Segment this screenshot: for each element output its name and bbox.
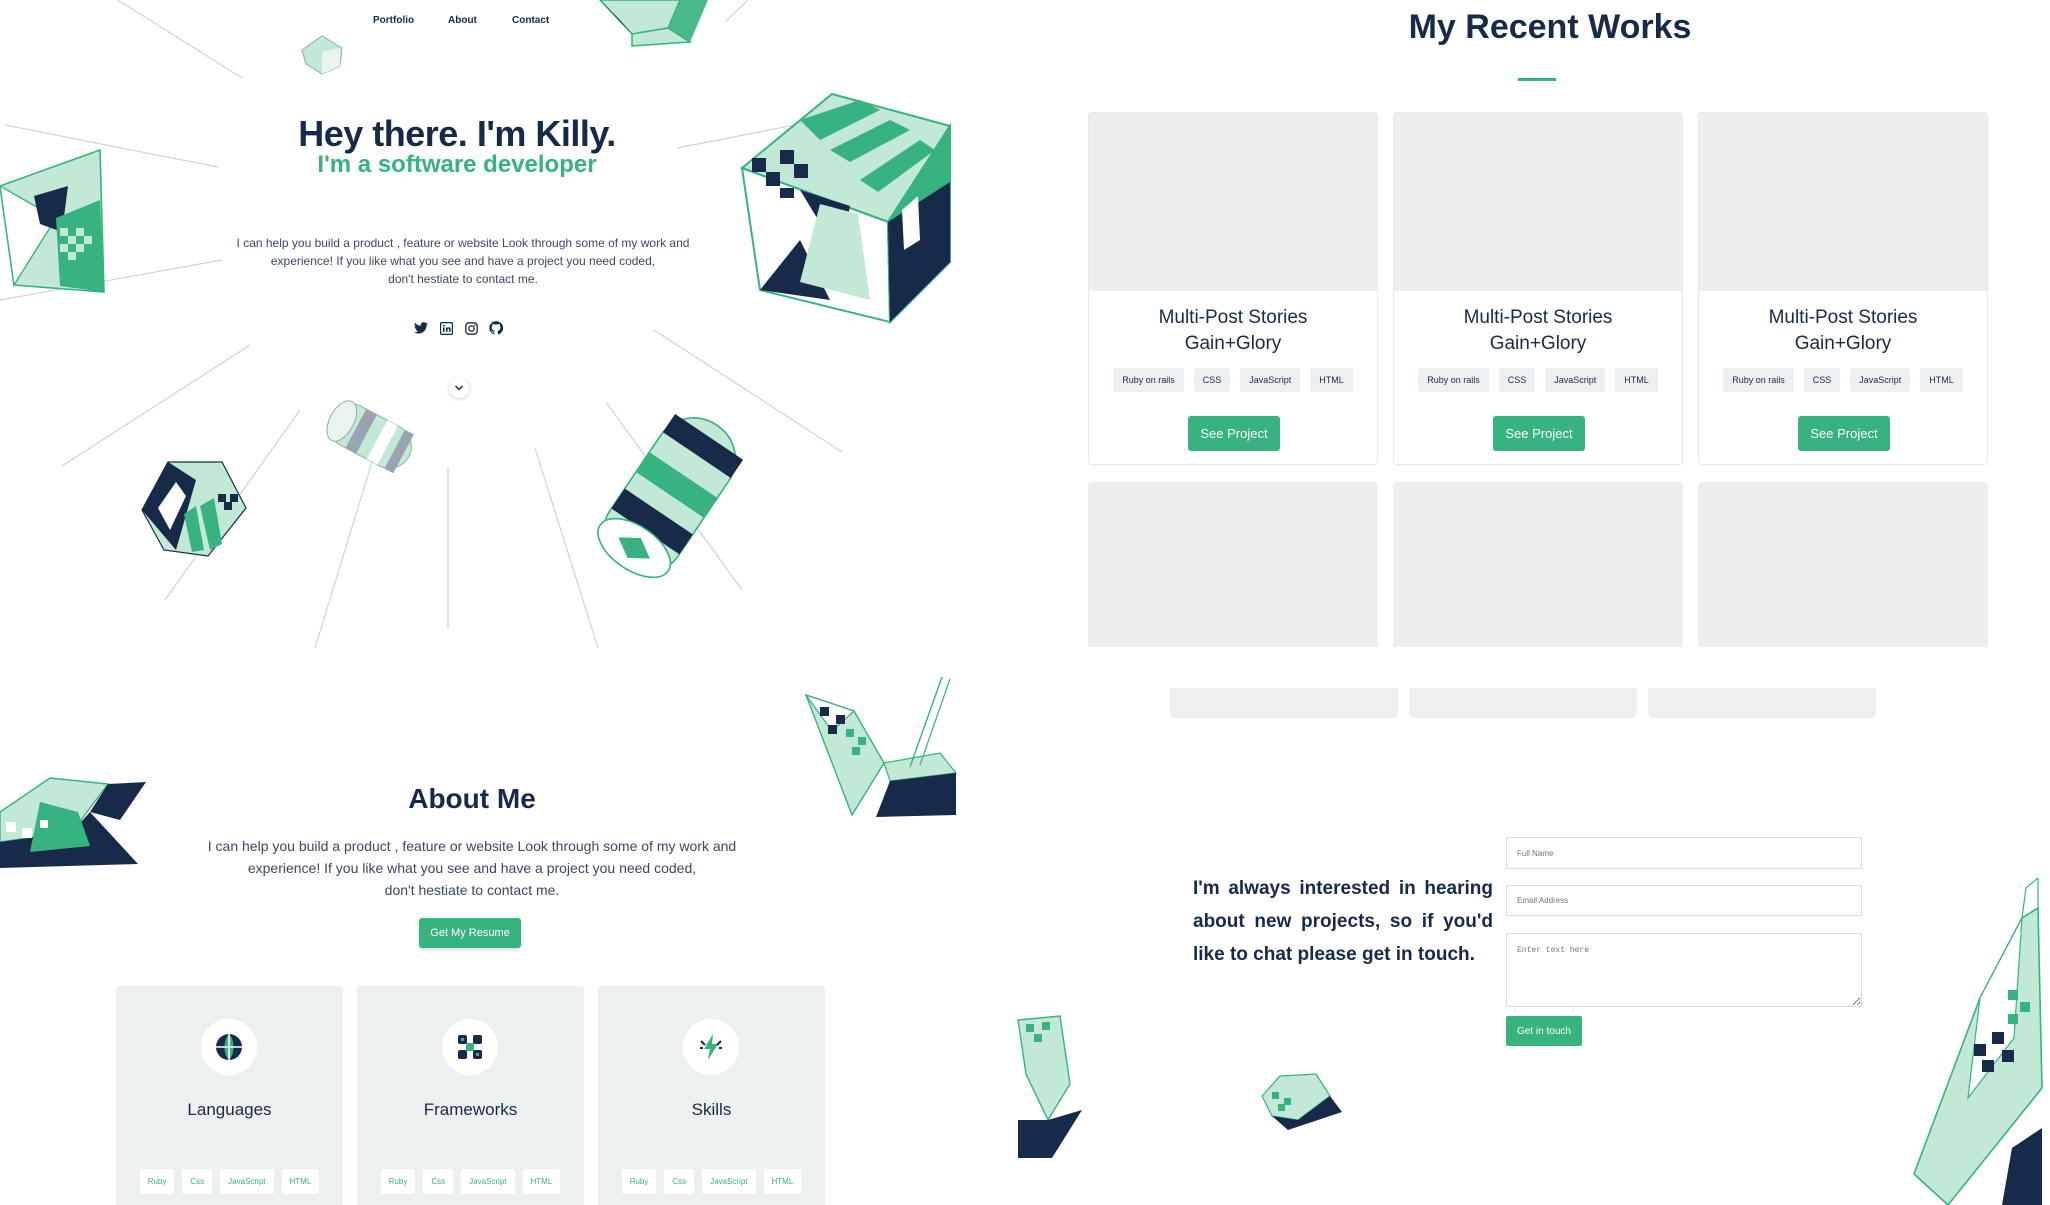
- nav-about[interactable]: About: [448, 15, 477, 26]
- project-card: Multi-Post Stories Gain+Glory Ruby on ra…: [1088, 112, 1378, 465]
- skill-tag: Css: [182, 1169, 213, 1194]
- project-title: Multi-Post Stories Gain+Glory: [1089, 305, 1377, 357]
- works-title: My Recent Works: [1408, 8, 1692, 46]
- about-text: I can help you build a product , feature…: [180, 835, 764, 901]
- project-tag: CSS: [1498, 368, 1536, 392]
- contact-decoration-right: [1913, 878, 2043, 1205]
- hero-intro-line: experience! If you like what you see and…: [270, 254, 656, 268]
- skill-tag: JavaScript: [702, 1169, 756, 1194]
- project-tag: HTML: [1310, 368, 1353, 392]
- project-thumbnail: [1698, 482, 1988, 647]
- project-tag: JavaScript: [1545, 368, 1606, 392]
- project-card-fragment: [1170, 688, 1398, 718]
- nav-portfolio[interactable]: Portfolio: [373, 15, 414, 26]
- skill-tag: Ruby: [139, 1169, 175, 1194]
- skill-card-frameworks: Frameworks Ruby Css JavaScript HTML: [357, 986, 584, 1205]
- skill-card-title: Frameworks: [423, 1100, 518, 1119]
- project-title-line: Gain+Glory: [1489, 333, 1587, 354]
- project-tag: Ruby on rails: [1113, 368, 1184, 392]
- scroll-down-button[interactable]: [449, 378, 469, 398]
- lightning-icon: [683, 1019, 739, 1075]
- skill-tag: HTML: [763, 1169, 802, 1194]
- project-title-line: Multi-Post Stories: [1158, 307, 1308, 328]
- skill-tags: Ruby Css JavaScript HTML: [116, 1169, 343, 1194]
- get-resume-button[interactable]: Get My Resume: [419, 918, 521, 948]
- project-thumbnail: [1394, 113, 1682, 291]
- skill-tag: Css: [423, 1169, 454, 1194]
- about-title: About Me: [408, 783, 536, 814]
- hero-decoration: [0, 0, 952, 649]
- chevron-down-icon: [454, 385, 464, 391]
- email-field[interactable]: [1506, 885, 1862, 916]
- project-tag: Ruby on rails: [1723, 368, 1794, 392]
- project-thumbnail: [1089, 113, 1377, 291]
- hero-intro: I can help you build a product , feature…: [218, 234, 708, 288]
- skill-card-skills: Skills Ruby Css JavaScript HTML: [598, 986, 825, 1205]
- project-card-fragment: [1648, 688, 1876, 718]
- project-tag: Ruby on rails: [1418, 368, 1489, 392]
- skill-card-languages: Languages Ruby Css JavaScript HTML: [116, 986, 343, 1205]
- contact-decoration-left: [1017, 1015, 1082, 1158]
- project-tag: CSS: [1193, 368, 1231, 392]
- see-project-button[interactable]: See Project: [1493, 416, 1585, 451]
- hero-intro-line: I can help you build a product , feature…: [236, 236, 690, 250]
- linkedin-icon[interactable]: [437, 319, 455, 337]
- project-card: Multi-Post Stories Gain+Glory Ruby on ra…: [1393, 112, 1683, 465]
- project-title-line: Multi-Post Stories: [1768, 307, 1918, 328]
- project-tags: Ruby on rails CSS JavaScript HTML: [1089, 368, 1377, 392]
- instagram-icon[interactable]: [462, 319, 480, 337]
- skill-tag: Ruby: [621, 1169, 657, 1194]
- nav-contact[interactable]: Contact: [512, 15, 549, 26]
- get-in-touch-button[interactable]: Get in touch: [1506, 1016, 1582, 1046]
- skill-tag: Css: [664, 1169, 695, 1194]
- works-title-underline: [1518, 78, 1556, 81]
- full-name-field[interactable]: [1506, 837, 1862, 869]
- project-tag: HTML: [1615, 368, 1658, 392]
- about-text-line: experience! If you like what you see and…: [247, 860, 697, 876]
- project-thumbnail: [1088, 482, 1378, 647]
- skill-tag: JavaScript: [461, 1169, 515, 1194]
- skill-tag: Ruby: [380, 1169, 416, 1194]
- project-title-line: Gain+Glory: [1184, 333, 1282, 354]
- project-tag: CSS: [1803, 368, 1841, 392]
- twitter-icon[interactable]: [412, 319, 430, 337]
- project-tag: HTML: [1920, 368, 1963, 392]
- skill-card-title: Skills: [691, 1100, 732, 1119]
- skill-tag: HTML: [281, 1169, 320, 1194]
- message-textarea[interactable]: [1506, 933, 1862, 1007]
- contact-decoration-middle: [1261, 1073, 1342, 1130]
- hero-title: Hey there. I'm Killy.: [298, 113, 616, 154]
- about-text-line: don't hestiate to contact me.: [384, 882, 560, 898]
- hero-subtitle: I'm a software developer: [317, 151, 597, 178]
- project-title: Multi-Post Stories Gain+Glory: [1394, 305, 1682, 357]
- skill-tags: Ruby Css JavaScript HTML: [598, 1169, 825, 1194]
- skill-tag: JavaScript: [220, 1169, 274, 1194]
- project-card: Multi-Post Stories Gain+Glory Ruby on ra…: [1698, 112, 1988, 465]
- skill-tags: Ruby Css JavaScript HTML: [357, 1169, 584, 1194]
- project-thumbnail: [1699, 113, 1987, 291]
- contact-message: I'm always interested in hearing about n…: [1193, 878, 1493, 965]
- project-card-fragment: [1409, 688, 1637, 718]
- see-project-button[interactable]: See Project: [1798, 416, 1890, 451]
- github-icon[interactable]: [487, 319, 505, 337]
- globe-icon: [201, 1019, 257, 1075]
- see-project-button[interactable]: See Project: [1188, 416, 1280, 451]
- project-title-line: Multi-Post Stories: [1463, 307, 1613, 328]
- project-thumbnail: [1393, 482, 1683, 647]
- project-title-line: Gain+Glory: [1794, 333, 1892, 354]
- hero-intro-line: don't hestiate to contact me.: [388, 272, 538, 286]
- project-title: Multi-Post Stories Gain+Glory: [1699, 305, 1987, 357]
- project-tags: Ruby on rails CSS JavaScript HTML: [1699, 368, 1987, 392]
- about-text-line: I can help you build a product , feature…: [207, 838, 737, 854]
- project-tag: JavaScript: [1240, 368, 1301, 392]
- modules-icon: [442, 1019, 498, 1075]
- project-tag: JavaScript: [1850, 368, 1911, 392]
- project-tags: Ruby on rails CSS JavaScript HTML: [1394, 368, 1682, 392]
- skill-tag: HTML: [522, 1169, 561, 1194]
- skill-card-title: Languages: [187, 1100, 272, 1119]
